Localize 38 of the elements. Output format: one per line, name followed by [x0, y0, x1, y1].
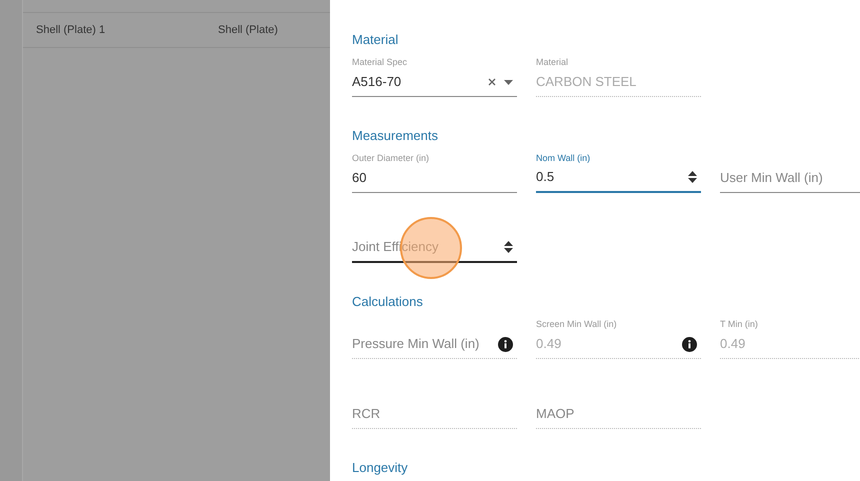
field-value: 0.49 [720, 336, 746, 352]
field-value: A516-70 [352, 74, 402, 90]
input-field[interactable]: User Min Wall (in) [720, 153, 860, 193]
text-field[interactable]: T Min (in) 0.49 [720, 319, 860, 359]
field-value: 0.49 [536, 336, 562, 352]
field-value: CARBON STEEL [536, 74, 636, 90]
text-field[interactable]: Pressure Min Wall (in) [352, 319, 517, 359]
field-label: Outer Diameter (in) [352, 153, 430, 163]
text-field[interactable]: Material CARBON STEEL [536, 57, 701, 97]
field-placeholder: RCR [352, 406, 380, 422]
section-heading: Calculations [352, 294, 423, 309]
clear-icon[interactable] [488, 78, 496, 86]
text-field[interactable]: MAOP [536, 389, 701, 429]
table-cell-text: Shell (Plate) [217, 24, 279, 36]
section-heading: Measurements [352, 128, 438, 143]
spinner-icon[interactable] [504, 241, 513, 253]
section-heading: Material [352, 32, 398, 47]
field-value: 60 [352, 170, 366, 186]
section-heading: Longevity [352, 460, 408, 475]
field-placeholder: MAOP [536, 406, 574, 422]
spinner-icon[interactable] [688, 171, 697, 183]
field-label: Material Spec [352, 57, 408, 67]
info-icon[interactable] [682, 336, 697, 352]
caret-icon[interactable] [504, 80, 513, 84]
field-label: Material [536, 57, 568, 67]
select-field[interactable]: Material Spec A516-70 [352, 57, 517, 97]
text-field[interactable]: RCR [352, 389, 517, 429]
field-placeholder: Pressure Min Wall (in) [352, 336, 480, 352]
field-label: Nom Wall (in) [536, 153, 590, 163]
field-placeholder: User Min Wall (in) [720, 170, 823, 186]
field-label: T Min (in) [720, 319, 758, 329]
field-value: 0.5 [536, 169, 554, 185]
field-label: Screen Min Wall (in) [536, 319, 617, 329]
table-cell-text: Shell (Plate) 1 [35, 24, 106, 36]
input-field[interactable]: Nom Wall (in) 0.5 [536, 153, 701, 193]
input-field[interactable]: Outer Diameter (in) 60 [352, 153, 517, 193]
info-icon[interactable] [498, 336, 513, 352]
text-field[interactable]: Screen Min Wall (in) 0.49 [536, 319, 701, 359]
